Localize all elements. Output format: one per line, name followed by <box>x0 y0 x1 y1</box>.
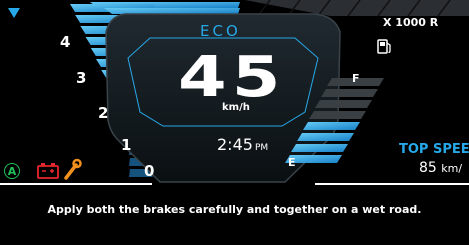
rpm-unit-label: X 1000 R <box>383 16 439 29</box>
rpm-label-1: 1 <box>121 136 132 154</box>
top-speed-readout: 85 km/ <box>419 160 462 176</box>
fuel-bar-unlit <box>321 89 378 97</box>
fuel-empty-label: E <box>288 156 296 169</box>
menu-triangle-icon[interactable] <box>8 8 20 18</box>
rpm-label-4: 4 <box>60 33 71 51</box>
left-divider-line <box>0 183 152 185</box>
service-wrench-icon <box>64 158 82 180</box>
fuel-full-label: F <box>352 72 360 85</box>
fuel-pump-icon <box>377 39 391 54</box>
abs-indicator-icon: A <box>4 163 20 179</box>
fuel-bar-lit <box>303 122 360 130</box>
top-speed-unit: km/ <box>441 162 463 175</box>
right-divider-line <box>315 183 469 185</box>
riding-mode: ECO <box>200 22 241 40</box>
fuel-bar-unlit <box>315 100 372 108</box>
clock: 2:45 PM <box>217 135 268 154</box>
top-speed-value: 85 <box>419 160 437 176</box>
fuel-bar-lit <box>297 133 354 141</box>
fuel-bar-lit <box>291 144 348 152</box>
safety-message: Apply both the brakes carefully and toge… <box>47 203 422 216</box>
clock-time: 2:45 <box>217 135 253 154</box>
rpm-label-3: 3 <box>76 69 87 87</box>
rpm-label-2: 2 <box>98 104 109 122</box>
speed-readout: 45 <box>178 45 286 110</box>
clock-ampm: PM <box>254 143 269 153</box>
top-speed-label: TOP SPEE <box>399 142 469 157</box>
battery-warning-icon <box>37 163 59 179</box>
instrument-cluster: X 1000 R 4 3 2 1 0 ECO 45 km/h 2:45 PM F … <box>0 0 469 245</box>
rpm-label-0: 0 <box>144 162 155 180</box>
speed-unit: km/h <box>222 102 250 113</box>
fuel-bar-unlit <box>309 111 366 119</box>
tachometer-bar <box>104 8 240 14</box>
